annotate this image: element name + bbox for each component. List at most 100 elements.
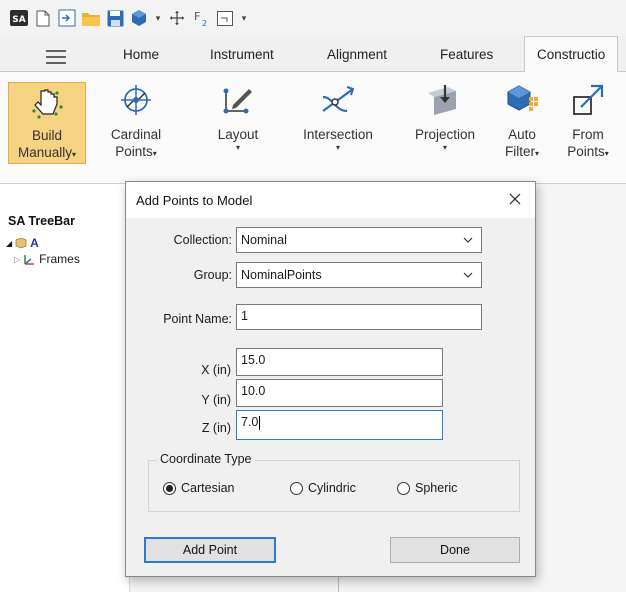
- folder-cube-icon: [15, 237, 27, 249]
- svg-text:SA: SA: [12, 15, 25, 25]
- build-manually-button[interactable]: Build Manually▾: [8, 82, 86, 164]
- add-point-button[interactable]: Add Point: [144, 537, 276, 563]
- from-points-label-1: From: [572, 127, 604, 142]
- tab-alignment[interactable]: Alignment: [327, 36, 387, 72]
- z-label: Z (in): [201, 421, 231, 435]
- chevron-down-icon: ▾: [442, 143, 447, 152]
- chevron-down-icon: [463, 270, 473, 281]
- build-manually-icon: [27, 85, 67, 121]
- group-label: Group:: [193, 268, 232, 282]
- radio-cylindric[interactable]: Cylindric: [290, 481, 356, 495]
- auto-filter-label-2: Filter: [504, 144, 535, 159]
- cardinal-points-icon: [116, 80, 156, 120]
- add-points-dialog: Add Points to Model Collection: Nominal …: [125, 181, 536, 577]
- hamburger-menu-icon: [46, 50, 66, 64]
- intersection-button[interactable]: Intersection ▾: [288, 80, 388, 178]
- svg-text:F: F: [194, 10, 200, 23]
- point-name-label: Point Name:: [163, 312, 232, 326]
- radio-spheric-label: Spheric: [415, 481, 458, 495]
- chevron-down-icon: ▾: [72, 150, 77, 159]
- chevron-down-icon: [463, 235, 473, 246]
- collapse-arrow-icon[interactable]: ◢: [6, 239, 12, 248]
- y-input[interactable]: 10.0: [236, 379, 443, 407]
- auto-filter-label-2-wrap: Filter▾: [505, 143, 539, 162]
- close-icon: [509, 193, 521, 205]
- projection-label: Projection: [414, 127, 476, 142]
- collection-value: Nominal: [241, 233, 287, 247]
- tab-features[interactable]: Features: [440, 36, 493, 72]
- cardinal-points-label-2-wrap: Points▾: [115, 143, 157, 162]
- sa-logo-icon[interactable]: SA: [10, 9, 28, 27]
- qat-dropdown-icon[interactable]: ▾: [154, 13, 162, 24]
- move-icon[interactable]: [168, 9, 186, 27]
- radio-empty-icon: [290, 481, 303, 495]
- expand-arrow-icon[interactable]: ▷: [14, 255, 20, 264]
- auto-filter-icon: [502, 80, 542, 120]
- coordinate-type-group: Coordinate Type Cartesian Cylindric Sphe…: [148, 452, 520, 512]
- frames-axes-icon: [24, 254, 35, 265]
- layout-label: Layout: [217, 127, 259, 142]
- layout-icon: [218, 80, 258, 120]
- tree-item-frames[interactable]: ▷ Frames: [14, 252, 80, 266]
- point-name-input[interactable]: 1: [236, 304, 482, 330]
- coordinate-type-title: Coordinate Type: [157, 452, 255, 466]
- y-label: Y (in): [201, 393, 231, 407]
- model-cube-icon[interactable]: [130, 9, 148, 27]
- ribbon-tabs: Home Instrument Alignment Features Const…: [0, 36, 626, 73]
- layout-button[interactable]: Layout ▾: [208, 80, 268, 178]
- intersection-icon: [318, 80, 358, 120]
- cardinal-points-label-2: Points: [115, 144, 153, 159]
- close-button[interactable]: [501, 186, 529, 212]
- group-value: NominalPoints: [241, 268, 322, 282]
- cardinal-points-button[interactable]: Cardinal Points▾: [100, 80, 172, 178]
- sa-treebar: SA TreeBar ◢ A ▷ Frames: [0, 184, 130, 592]
- tree-root-label: A: [30, 236, 39, 250]
- chevron-down-icon: ▾: [235, 143, 240, 152]
- dialog-title: Add Points to Model: [136, 193, 253, 208]
- from-points-icon: [568, 80, 608, 120]
- tree-item-root[interactable]: ◢ A: [6, 236, 39, 250]
- z-input[interactable]: 7.0: [236, 410, 443, 440]
- customize-toolbar-icon[interactable]: ▾: [240, 13, 248, 24]
- projection-icon: [425, 80, 465, 120]
- quick-access-toolbar: SA ▾ F2 ▾: [0, 0, 626, 36]
- radio-cylindric-label: Cylindric: [308, 481, 356, 495]
- auto-filter-button[interactable]: Auto Filter▾: [494, 80, 550, 178]
- chevron-down-icon: ▾: [152, 149, 157, 158]
- build-manually-label-2: Manually: [17, 145, 72, 160]
- new-file-icon[interactable]: [34, 9, 52, 27]
- text-cursor: [259, 415, 261, 430]
- tree-frames-label: Frames: [39, 252, 80, 266]
- done-button[interactable]: Done: [390, 537, 520, 563]
- tab-instrument[interactable]: Instrument: [210, 36, 274, 72]
- radio-cartesian[interactable]: Cartesian: [163, 481, 235, 495]
- ribbon-panel: Build Manually▾ Cardinal Points▾ Layout …: [0, 72, 626, 184]
- dialog-titlebar: Add Points to Model: [126, 182, 535, 218]
- radio-spheric[interactable]: Spheric: [397, 481, 457, 495]
- app-menu-button[interactable]: [8, 42, 104, 72]
- open-folder-icon[interactable]: [82, 9, 100, 27]
- group-select[interactable]: NominalPoints: [236, 262, 482, 288]
- tab-home[interactable]: Home: [123, 36, 159, 72]
- radio-cartesian-label: Cartesian: [181, 481, 235, 495]
- z-value: 7.0: [241, 415, 259, 429]
- save-icon[interactable]: [106, 9, 124, 27]
- tab-construction[interactable]: Constructio: [524, 36, 619, 73]
- build-manually-label-1: Build: [31, 128, 63, 143]
- auto-filter-label-1: Auto: [508, 127, 536, 142]
- collection-label: Collection:: [173, 233, 232, 247]
- chevron-down-icon: ▾: [335, 143, 340, 152]
- layout-window-icon[interactable]: [216, 9, 234, 27]
- build-manually-label-2-wrap: Manually▾: [18, 144, 76, 163]
- projection-button[interactable]: Projection ▾: [404, 80, 486, 178]
- svg-text:2: 2: [202, 19, 207, 27]
- radio-empty-icon: [397, 481, 410, 495]
- intersection-label: Intersection: [303, 127, 373, 142]
- frame-f2-icon[interactable]: F2: [192, 9, 210, 27]
- x-input[interactable]: 15.0: [236, 348, 443, 376]
- import-file-icon[interactable]: [58, 9, 76, 27]
- collection-select[interactable]: Nominal: [236, 227, 482, 253]
- cardinal-points-label-1: Cardinal: [110, 127, 162, 142]
- radio-selected-icon: [163, 481, 176, 495]
- from-points-button[interactable]: From Points▾: [558, 80, 618, 178]
